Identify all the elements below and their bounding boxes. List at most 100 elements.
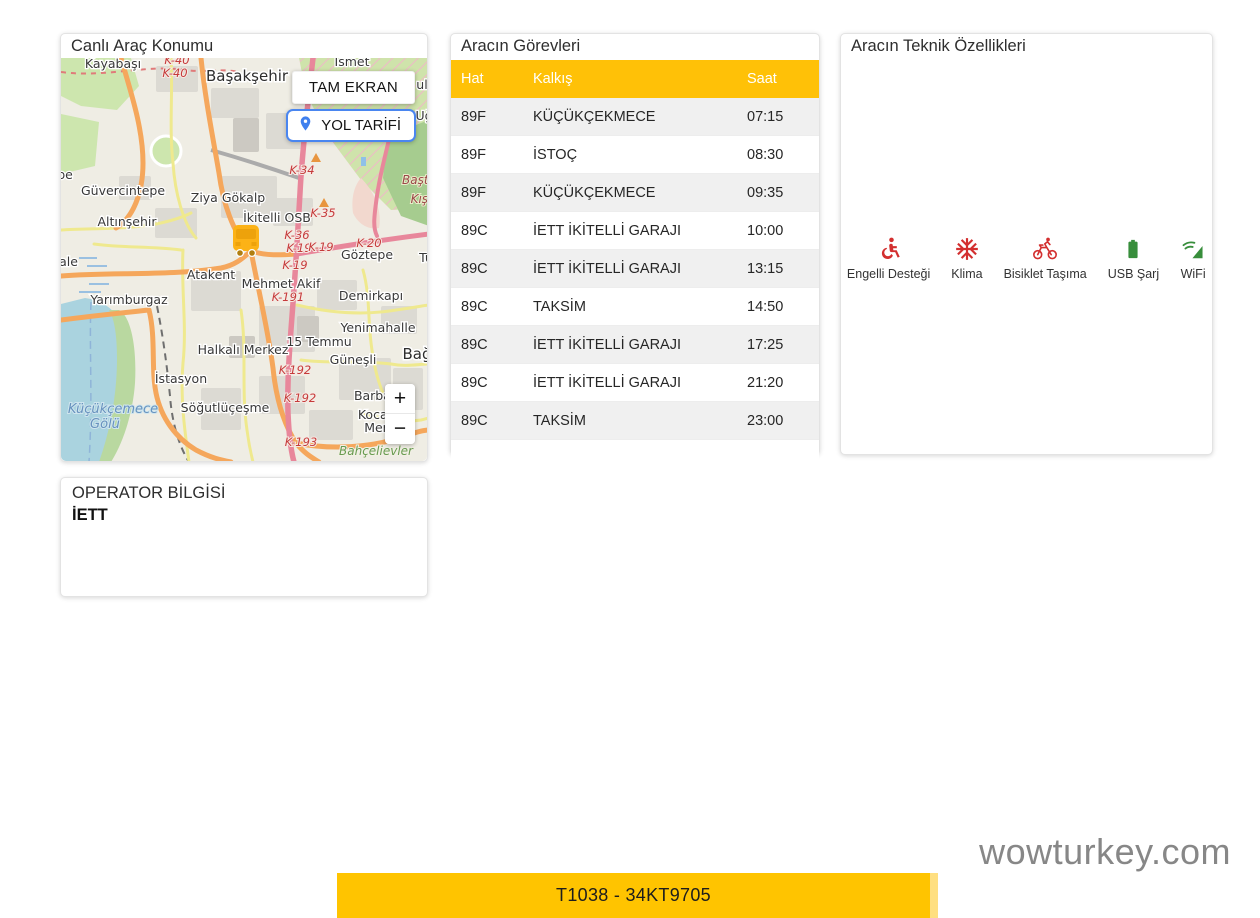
operator-name: İETT [72, 506, 108, 524]
table-cell: İETT İKİTELLİ GARAJI [523, 249, 737, 288]
tasks-table-body: 89F KÜÇÜKÇEKMECE 07:15 89F İSTOÇ 08:30 89F KÜÇÜ… [451, 98, 819, 463]
table-cell: 89C [451, 363, 523, 402]
tasks-table: Hat Kalkış Saat 89F KÜÇÜKÇEKMECE 07:15 89F İST… [451, 60, 819, 463]
table-cell: 21:20 [737, 363, 819, 402]
feature-bicycle: Bisiklet Taşıma [1004, 234, 1087, 281]
zoom-in-button[interactable]: + [385, 384, 415, 414]
table-cell: 89C [451, 249, 523, 288]
map-label: Güvercintepe [81, 183, 165, 198]
table-cell: TAKSİM [523, 287, 737, 326]
map-label: Güneşli [330, 352, 377, 367]
map-label: ul [416, 77, 427, 92]
watermark: wowturkey.com [979, 831, 1231, 872]
technical-features-title: Aracın Teknik Özellikleri [851, 37, 1026, 55]
table-row: 89F İSTOÇ 08:30 [451, 135, 819, 174]
zoom-out-button[interactable]: − [385, 414, 415, 444]
wifi-icon [1180, 234, 1206, 262]
map-label: Mehmet Akif [242, 276, 321, 291]
table-cell: KÜÇÜKÇEKMECE [523, 98, 737, 136]
map-label: Bahçelievler [339, 444, 414, 458]
table-cell: İETT İKİTELLİ GARAJI [523, 211, 737, 250]
table-row: 89C İETT İKİTELLİ GARAJI 21:20 [451, 363, 819, 402]
table-cell: İSTOÇ [523, 135, 737, 174]
map-label: Gölü [90, 417, 120, 432]
table-cell: İETT İKİTELLİ GARAJI [523, 325, 737, 364]
map-label: K-193 [285, 435, 317, 449]
table-cell: KÜÇÜKÇEKMECE [523, 173, 737, 212]
feature-label: USB Şarj [1107, 266, 1160, 281]
map-label: K-192 [284, 391, 316, 405]
map-label: K-34 [289, 163, 314, 177]
map-label: kale [61, 254, 78, 269]
table-cell: 89F [451, 135, 523, 174]
map-canvas[interactable]: Kayabaşı Başakşehir İsmet ul Uğ Güvercintepe p… [61, 58, 427, 461]
map-label: K-35 [310, 206, 335, 220]
map-label: Halkalı Merkez [198, 342, 289, 357]
map-label: pe [61, 167, 73, 182]
map-label: Söğutlüçeşme [181, 400, 270, 415]
directions-button[interactable]: YOL TARİFİ [286, 109, 416, 142]
map-label: Altınşehir [97, 214, 157, 229]
battery-icon [1122, 234, 1144, 262]
snowflake-icon [954, 234, 980, 262]
table-row: 89C İETT İKİTELLİ GARAJI 17:25 [451, 325, 819, 364]
column-header: Saat [737, 60, 819, 98]
table-row: 89C İETT İKİTELLİ GARAJI 13:15 [451, 249, 819, 288]
table-cell: 89C [451, 287, 523, 326]
table-cell: 89C [451, 211, 523, 250]
map-label: Kışl [411, 192, 427, 206]
map-label: 15 Temmu [286, 334, 351, 349]
live-location-title: Canlı Araç Konumu [71, 37, 214, 55]
feature-label: WiFi [1180, 266, 1206, 281]
features-row: Engelli Desteği Klima Bisiklet Taşıma USB Ş… [841, 60, 1212, 454]
table-cell: 23:00 [737, 401, 819, 440]
feature-wifi: WiFi [1180, 234, 1206, 281]
map-label: Başakşehir [206, 67, 289, 85]
directions-button-label: YOL TARİFİ [321, 117, 401, 134]
feature-battery: USB Şarj [1108, 234, 1159, 281]
table-row: 89F KÜÇÜKÇEKMECE 07:15 [451, 98, 819, 136]
fullscreen-button[interactable]: TAM EKRAN [291, 71, 415, 104]
map-zoom-control: + − [385, 384, 415, 444]
map-label: İsmet [335, 58, 370, 69]
map-label: Küçükçemece [68, 402, 158, 417]
table-cell: 17:25 [737, 325, 819, 364]
technical-features-panel: Aracın Teknik Özellikleri Engelli Desteğ… [840, 33, 1213, 455]
table-cell: 89F [451, 98, 523, 136]
table-cell: 89C [451, 401, 523, 440]
table-cell: 09:35 [737, 173, 819, 212]
map-label: Kayabaşı [85, 58, 141, 71]
map-label: Ziya Gökalp [191, 190, 266, 205]
map-label: Yarımburgaz [89, 292, 168, 307]
map-label: İkitelli OSB [243, 210, 311, 225]
map-label: Yenimahalle [339, 320, 415, 335]
vehicle-id-banner-cap [930, 873, 938, 918]
tasks-table-head-row: Hat Kalkış Saat [451, 60, 819, 98]
table-cell: 08:30 [737, 135, 819, 174]
table-row: 89C İETT İKİTELLİ GARAJI 10:00 [451, 211, 819, 250]
column-header: Hat [451, 60, 523, 98]
map-label: K-19 [282, 258, 307, 272]
map-label: Bağ [402, 345, 427, 363]
map-label: Uğ [415, 108, 427, 123]
feature-snowflake: Klima [951, 234, 983, 281]
operator-info-title: OPERATOR BİLGİSİ [72, 484, 226, 502]
table-cell: 14:50 [737, 287, 819, 326]
map-label: K-20 [356, 236, 381, 250]
map-label: K-40 [162, 66, 187, 80]
table-row: 89C TAKSİM 14:50 [451, 287, 819, 326]
bicycle-icon [1030, 234, 1060, 262]
map-label: K-36 [284, 228, 309, 242]
map-pin-icon [297, 115, 314, 136]
wheelchair-icon [876, 234, 902, 262]
feature-wheelchair: Engelli Desteği [847, 234, 930, 281]
feature-label: Bisiklet Taşıma [1003, 266, 1087, 281]
map-label: K-19 [308, 240, 333, 254]
table-row: 89F KÜÇÜKÇEKMECE 09:35 [451, 173, 819, 212]
feature-label: Klima [951, 266, 983, 281]
map-label: K-191 [272, 290, 304, 304]
map-label: Demirkapı [339, 288, 403, 303]
table-cell: 07:15 [737, 98, 819, 136]
table-cell: 89F [451, 173, 523, 212]
table-cell: 10:00 [737, 211, 819, 250]
